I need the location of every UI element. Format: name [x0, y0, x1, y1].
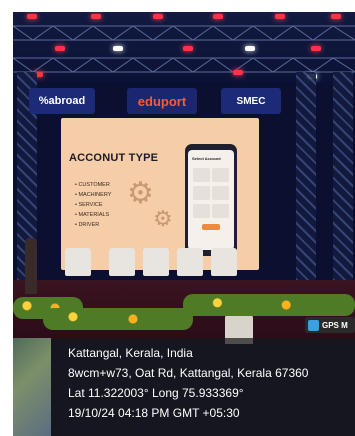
gps-coordinates: Lat 11.322003° Long 75.933369° — [68, 386, 244, 400]
gps-map-thumbnail — [13, 338, 51, 436]
abroad-logo-text: %abroad — [38, 95, 86, 107]
account-tile — [193, 168, 210, 182]
stage-light — [153, 14, 163, 19]
account-type-item: • MACHINERY — [75, 192, 112, 198]
gps-info-overlay: Kattangal, Kerala, India 8wcm+w73, Oat R… — [51, 338, 355, 436]
stage-chair — [143, 248, 169, 276]
stage-light — [27, 14, 37, 19]
truss-tower-far-right — [333, 72, 353, 292]
stage-light — [245, 46, 255, 51]
account-tile — [193, 186, 210, 200]
account-tile — [212, 186, 229, 200]
screen-title: ACCONUT TYPE — [69, 152, 159, 164]
phone-mockup: Select Account — [185, 144, 237, 256]
flower-decoration — [43, 308, 193, 330]
stage-chair — [211, 248, 237, 276]
phone-screen: Select Account — [188, 150, 234, 250]
gps-badge-label: GPS M — [322, 320, 348, 330]
account-tile — [212, 204, 229, 218]
event-stage-photo: %abroad eduport SMEC ACCONUT TYPE • CUST… — [13, 12, 355, 436]
phone-screen-title: Select Account — [192, 156, 221, 161]
account-type-item: • CUSTOMER — [75, 182, 110, 188]
eduport-banner: eduport — [127, 88, 197, 114]
account-tile — [193, 204, 210, 218]
stage-chair — [177, 248, 203, 276]
stage-light — [311, 46, 321, 51]
stage-light — [55, 46, 65, 51]
smec-banner: SMEC — [221, 88, 281, 114]
gear-icon: ⚙ — [153, 206, 173, 231]
stage-light — [213, 14, 223, 19]
stage-chair — [109, 248, 135, 276]
stage-light — [183, 46, 193, 51]
gps-map-camera-badge: GPS M — [305, 317, 355, 333]
stage-chair — [65, 248, 91, 276]
stage-light — [113, 46, 123, 51]
stage-light — [275, 14, 285, 19]
phone-button — [202, 224, 220, 230]
account-type-item: • MATERIALS — [75, 212, 110, 218]
stage-light — [331, 14, 341, 19]
account-type-item: • DRIVER — [75, 222, 100, 228]
stage-light — [91, 14, 101, 19]
gps-address: 8wcm+w73, Oat Rd, Kattangal, Kerala 6736… — [68, 366, 309, 380]
gps-datetime: 19/10/24 04:18 PM GMT +05:30 — [68, 406, 240, 420]
account-tile — [212, 168, 229, 182]
speaker-person — [25, 238, 37, 294]
account-type-item: • SERVICE — [75, 202, 103, 208]
eduport-logo-text: eduport — [137, 93, 187, 109]
stage-light — [233, 70, 243, 75]
gps-place: Kattangal, Kerala, India — [68, 346, 193, 360]
flower-decoration — [183, 294, 355, 316]
account-type-list: • CUSTOMER • MACHINERY • SERVICE • MATER… — [75, 180, 111, 230]
truss-tower-right — [296, 72, 316, 292]
abroad-banner: %abroad — [29, 88, 95, 114]
smec-logo-text: SMEC — [236, 95, 266, 107]
gps-camera-icon — [308, 319, 319, 331]
gear-icon: ⚙ — [127, 177, 154, 210]
